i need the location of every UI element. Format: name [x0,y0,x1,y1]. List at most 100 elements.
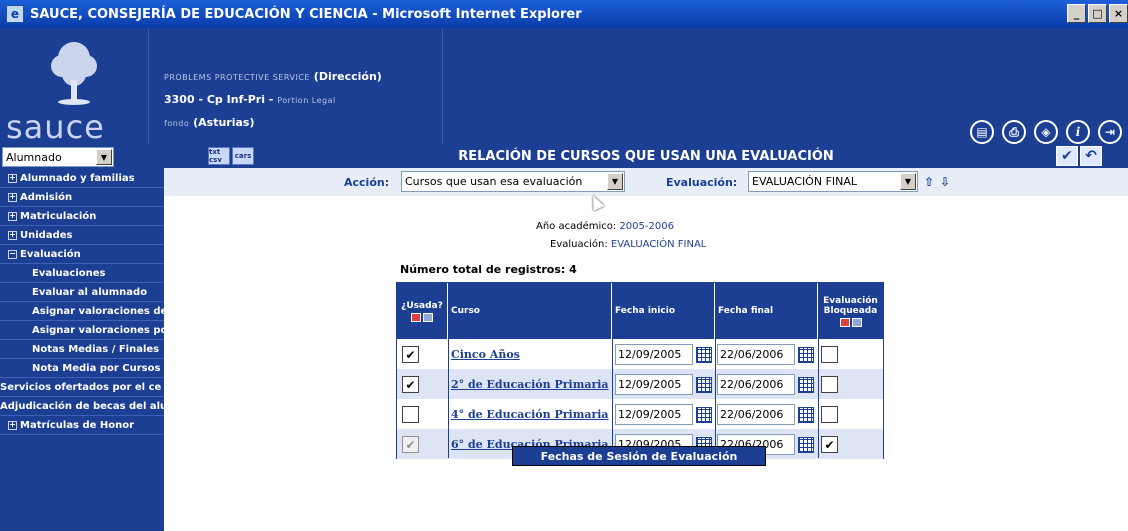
records-total: Número total de registros: 4 [400,263,577,276]
column-divider [818,339,819,458]
school-name-blurred: PROBLEMS PROTECTIVE SERVICE [164,73,310,82]
collapse-icon[interactable]: − [8,249,17,259]
sidebar-item-becas[interactable]: Adjudicación de becas del alu [0,397,164,416]
select-all-icon[interactable] [423,312,433,322]
fecha-final-input[interactable]: 22/06/2006 [717,344,795,365]
course-link[interactable]: 4° de Educación Primaria [451,408,609,421]
select-none-icon[interactable] [839,317,850,327]
undo-button[interactable]: ↶ [1080,146,1102,166]
maximize-button[interactable]: □ [1088,4,1107,23]
table-row: 4° de Educación Primaria 12/09/2005 22/0… [397,399,883,429]
bloqueada-checkbox[interactable] [821,376,838,393]
sidebar-item-asignar-valoraciones-de[interactable]: Asignar valoraciones de [0,302,164,321]
header-bloqueada-label: Evaluación Bloqueada [823,295,878,316]
sidebar-item-matriculas-honor[interactable]: + Matrículas de Honor [0,416,164,435]
chevron-down-icon[interactable]: ▼ [607,173,623,190]
header-usada: ¿Usada? [397,283,448,339]
navigate-icon[interactable]: ◈ [1034,120,1058,144]
column-divider [715,339,716,458]
select-all-icons [411,312,433,322]
academic-year: Año académico: 2005-2006 [536,221,674,232]
sidebar-item-asignar-valoraciones-por[interactable]: Asignar valoraciones por [0,321,164,340]
chevron-down-icon[interactable]: ▼ [900,173,916,190]
expand-icon[interactable]: + [8,420,17,430]
print-icon[interactable]: ⎙ [1002,120,1026,144]
sidebar-item-evaluacion[interactable]: − Evaluación [0,245,164,264]
expand-icon[interactable]: + [8,173,17,183]
exit-icon[interactable]: ⇥ [1098,120,1122,144]
arrow-down-icon[interactable]: ⇩ [940,175,950,189]
calendar-icon[interactable] [696,346,712,363]
course-link[interactable]: 2° de Educación Primaria [451,378,609,391]
school-region: (Asturias) [193,116,255,129]
expand-icon[interactable]: + [8,230,17,240]
minimize-button[interactable]: _ [1067,4,1086,23]
fecha-final-input[interactable]: 22/06/2006 [717,374,795,395]
calendar-icon[interactable] [798,436,814,453]
header-curso: Curso [448,283,612,339]
sidebar-item-evaluaciones[interactable]: Evaluaciones [0,264,164,283]
content-titlebar: txt csv cars RELACIÓN DE CURSOS QUE USAN… [164,144,1128,168]
chevron-down-icon[interactable]: ▼ [96,149,112,165]
header-divider [442,28,443,144]
calendar-icon[interactable] [798,346,814,363]
sidebar-item-label: Alumnado y familias [20,172,135,184]
header-usada-label: ¿Usada? [401,300,443,311]
school-info: PROBLEMS PROTECTIVE SERVICE (Dirección) … [164,66,382,135]
fecha-final-input[interactable]: 22/06/2006 [717,404,795,425]
window-title: SAUCE, CONSEJERÍA DE EDUCACIÓN Y CIENCIA… [30,6,582,22]
school-code: 3300 [164,93,195,106]
usada-checkbox[interactable]: ✔ [402,346,419,363]
usada-checkbox[interactable] [402,406,419,423]
fecha-inicio-input[interactable]: 12/09/2005 [615,344,693,365]
calendar-icon[interactable] [696,406,712,423]
sidebar-item-admision[interactable]: + Admisión [0,188,164,207]
select-none-icon[interactable] [411,312,421,322]
evaluation-info: Evaluación: EVALUACIÓN FINAL [550,239,706,250]
sidebar-item-label: Matrículas de Honor [20,419,135,431]
courses-table: ¿Usada? Curso Fecha inicio Fecha final E… [396,282,884,459]
school-role: (Dirección) [313,70,382,83]
sidebar-item-alumnado-familias[interactable]: + Alumnado y familias [0,169,164,188]
sidebar-item-evaluar-alumnado[interactable]: Evaluar al alumnado [0,283,164,302]
header-toolbar: ▤ ⎙ ◈ i ⇥ [970,120,1122,144]
bloqueada-checkbox[interactable] [821,346,838,363]
sidebar-item-notas-medias[interactable]: Notas Medias / Finales [0,340,164,359]
sidebar-item-servicios[interactable]: Servicios ofertados por el ce [0,378,164,397]
header-fecha-inicio: Fecha inicio [612,283,715,339]
arrow-up-icon[interactable]: ⇧ [924,175,934,189]
document-icon[interactable]: ▤ [970,120,994,144]
select-all-icon[interactable] [851,317,862,327]
evaluacion-select[interactable]: EVALUACIÓN FINAL ▼ [748,171,918,192]
school-type: - Cp Inf-Pri - [198,93,274,106]
accion-label: Acción: [344,176,390,189]
sidebar-item-matriculacion[interactable]: + Matriculación [0,207,164,226]
action-buttons: ✔ ↶ [1056,146,1102,166]
expand-icon[interactable]: + [8,211,17,221]
evaluation-info-value: EVALUACIÓN FINAL [610,239,707,250]
sidebar-item-nota-media-cursos[interactable]: Nota Media por Cursos [0,359,164,378]
calendar-icon[interactable] [696,376,712,393]
header-divider [148,28,149,144]
filter-bar: Acción: Cursos que usan esa evaluación ▼… [164,168,1128,196]
window-titlebar: e SAUCE, CONSEJERÍA DE EDUCACIÓN Y CIENC… [0,0,1128,28]
close-button[interactable]: × [1109,4,1128,23]
info-icon[interactable]: i [1066,120,1090,144]
sidebar-item-unidades[interactable]: + Unidades [0,226,164,245]
fecha-inicio-input[interactable]: 12/09/2005 [615,404,693,425]
accion-select[interactable]: Cursos que usan esa evaluación ▼ [401,171,625,192]
accept-button[interactable]: ✔ [1056,146,1078,166]
bloqueada-checkbox[interactable]: ✔ [821,436,838,453]
sidebar-item-label: Matriculación [20,210,97,222]
logo-text: sauce [6,108,105,146]
bloqueada-checkbox[interactable] [821,406,838,423]
course-link[interactable]: Cinco Años [451,348,520,361]
usada-checkbox[interactable]: ✔ [402,376,419,393]
calendar-icon[interactable] [798,376,814,393]
school-address-blurred: Portion Legal [277,96,336,105]
tooltip: Fechas de Sesión de Evaluación [512,446,766,466]
calendar-icon[interactable] [798,406,814,423]
fecha-inicio-input[interactable]: 12/09/2005 [615,374,693,395]
expand-icon[interactable]: + [8,192,17,202]
role-select[interactable]: Alumnado ▼ [2,147,114,167]
